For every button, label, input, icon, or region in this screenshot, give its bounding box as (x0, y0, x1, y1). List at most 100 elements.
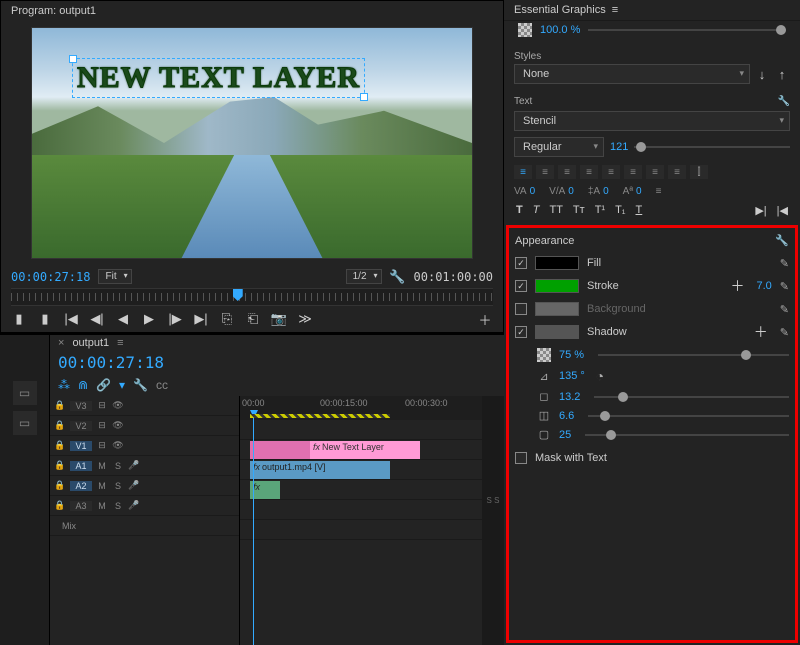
snap-icon[interactable]: ⁂ (58, 378, 70, 392)
underline-button[interactable]: T (634, 204, 645, 217)
link-icon[interactable]: 🔗 (96, 378, 111, 392)
track-content[interactable]: 00:00 00:00:15:00 00:00:30:0 fxNew Text (240, 396, 482, 645)
work-area[interactable] (250, 414, 390, 418)
mic-icon[interactable]: 🎤 (128, 480, 140, 491)
superscript-button[interactable]: T¹ (593, 204, 607, 217)
text-layer-overlay[interactable]: NEW TEXT LAYER (72, 58, 365, 98)
lock-icon[interactable]: 🔒 (54, 500, 66, 511)
eye-icon[interactable]: 👁 (112, 400, 124, 411)
tool-slot[interactable]: ▭ (13, 411, 37, 435)
go-out-icon[interactable]: ▶| (193, 312, 209, 326)
shadow-checkbox[interactable] (515, 326, 527, 338)
eyedropper-icon[interactable]: ✎ (780, 280, 789, 293)
track-a2[interactable]: A2 (70, 481, 92, 491)
lift-icon[interactable]: ⎘ (219, 312, 235, 326)
magnet-icon[interactable]: ⋒ (78, 378, 88, 392)
sequence-tab[interactable]: output1 (72, 337, 109, 349)
eye-icon[interactable]: 👁 (112, 420, 124, 431)
shadow-blur-slider[interactable] (585, 434, 789, 436)
italic-button[interactable]: T (531, 204, 542, 217)
solo-icon[interactable]: S (112, 481, 124, 491)
shadow-distance-slider[interactable] (594, 396, 789, 398)
align-justify-all-icon[interactable]: ≡ (668, 165, 686, 179)
lock-icon[interactable]: 🔒 (54, 400, 66, 411)
play-icon[interactable]: ▶ (141, 312, 157, 326)
video-clip[interactable]: fxoutput1.mp4 [V] (250, 461, 390, 479)
cc-icon[interactable]: cc (156, 378, 168, 392)
resolution-dropdown[interactable]: 1/2 (346, 269, 382, 284)
style-up-icon[interactable]: ↑ (774, 67, 790, 81)
settings-wrench-icon[interactable]: 🔧 (390, 270, 406, 284)
mark-out-icon[interactable]: ▮ (37, 312, 53, 326)
ltr-icon[interactable]: ▶| (753, 204, 768, 217)
mute-icon[interactable]: M (96, 501, 108, 511)
frame-fwd-icon[interactable]: |▶ (167, 312, 183, 326)
align-justify-last-left-icon[interactable]: ≡ (602, 165, 620, 179)
eyedropper-icon[interactable]: ✎ (780, 303, 789, 316)
style-dropdown[interactable]: None (514, 64, 750, 84)
tab-menu-icon[interactable]: ≡ (117, 337, 123, 349)
track-mix[interactable]: Mix (58, 521, 80, 531)
fill-swatch[interactable] (535, 256, 579, 270)
current-timecode[interactable]: 00:00:27:18 (11, 270, 90, 284)
mic-icon[interactable]: 🎤 (128, 460, 140, 471)
stroke-swatch[interactable] (535, 279, 579, 293)
shadow-angle[interactable]: 135 ° (559, 370, 585, 382)
add-stroke-icon[interactable]: ＋ (726, 276, 748, 296)
mask-checkbox[interactable] (515, 452, 527, 464)
add-shadow-icon[interactable]: ＋ (750, 322, 772, 342)
step-back-icon[interactable]: ◀| (89, 312, 105, 326)
toggle-output-icon[interactable]: ⊟ (96, 440, 108, 451)
track-v2[interactable]: V2 (70, 421, 92, 431)
align-justify-last-center-icon[interactable]: ≡ (624, 165, 642, 179)
eyedropper-icon[interactable]: ✎ (780, 257, 789, 270)
fill-checkbox[interactable] (515, 257, 527, 269)
shadow-size[interactable]: 6.6 (559, 410, 574, 422)
lock-icon[interactable]: 🔒 (54, 420, 66, 431)
toggle-output-icon[interactable]: ⊟ (96, 400, 108, 411)
track-a1[interactable]: A1 (70, 461, 92, 471)
font-size-slider[interactable] (634, 146, 790, 148)
go-in-icon[interactable]: |◀ (63, 312, 79, 326)
panel-menu-icon[interactable]: ≡ (612, 4, 618, 16)
shadow-blur[interactable]: 25 (559, 429, 571, 441)
appearance-settings-icon[interactable]: 🔧 (775, 234, 789, 247)
baseline-metric[interactable]: Aª 0 (623, 186, 642, 197)
subscript-button[interactable]: T₁ (613, 204, 627, 217)
close-tab-icon[interactable]: × (58, 337, 64, 349)
marker-icon[interactable]: ▾ (119, 378, 125, 392)
add-button-icon[interactable]: ＋ (477, 312, 493, 326)
opacity-slider[interactable] (588, 29, 786, 31)
mute-icon[interactable]: M (96, 481, 108, 491)
mic-icon[interactable]: 🎤 (128, 500, 140, 511)
font-dropdown[interactable]: Stencil (514, 111, 790, 131)
shadow-swatch[interactable] (535, 325, 579, 339)
timeline-ruler[interactable]: 00:00 00:00:15:00 00:00:30:0 (240, 396, 482, 420)
more-metrics-icon[interactable]: ≡ (656, 186, 662, 197)
solo-icon[interactable]: S (112, 461, 124, 471)
shadow-size-slider[interactable] (588, 415, 789, 417)
lock-icon[interactable]: 🔒 (54, 480, 66, 491)
text-clip[interactable]: fxNew Text Layer (310, 441, 420, 459)
tool-slot[interactable]: ▭ (13, 381, 37, 405)
kerning-metric[interactable]: VA0 (514, 186, 535, 197)
export-frame-icon[interactable]: 📷 (271, 312, 287, 326)
zoom-fit-dropdown[interactable]: Fit (98, 269, 131, 284)
align-center-icon[interactable]: ≡ (536, 165, 554, 179)
timeline-timecode[interactable]: 00:00:27:18 (58, 353, 164, 372)
toggle-output-icon[interactable]: ⊟ (96, 420, 108, 431)
font-size[interactable]: 121 (610, 141, 628, 153)
align-left-icon[interactable]: ≡ (514, 165, 532, 179)
frame-back-icon[interactable]: ◀ (115, 312, 131, 326)
font-weight-dropdown[interactable]: Regular (514, 137, 604, 157)
shadow-opacity[interactable]: 75 % (559, 349, 584, 361)
align-justify-icon[interactable]: ≡ (580, 165, 598, 179)
vertical-text-icon[interactable]: ⫿ (690, 165, 708, 179)
preview-viewport[interactable]: NEW TEXT LAYER (31, 27, 473, 259)
shadow-distance[interactable]: 13.2 (559, 391, 580, 403)
smallcaps-button[interactable]: Tт (571, 204, 587, 217)
align-right-icon[interactable]: ≡ (558, 165, 576, 179)
mark-in-icon[interactable]: ▮ (11, 312, 27, 326)
allcaps-button[interactable]: TT (547, 204, 564, 217)
lock-icon[interactable]: 🔒 (54, 440, 66, 451)
